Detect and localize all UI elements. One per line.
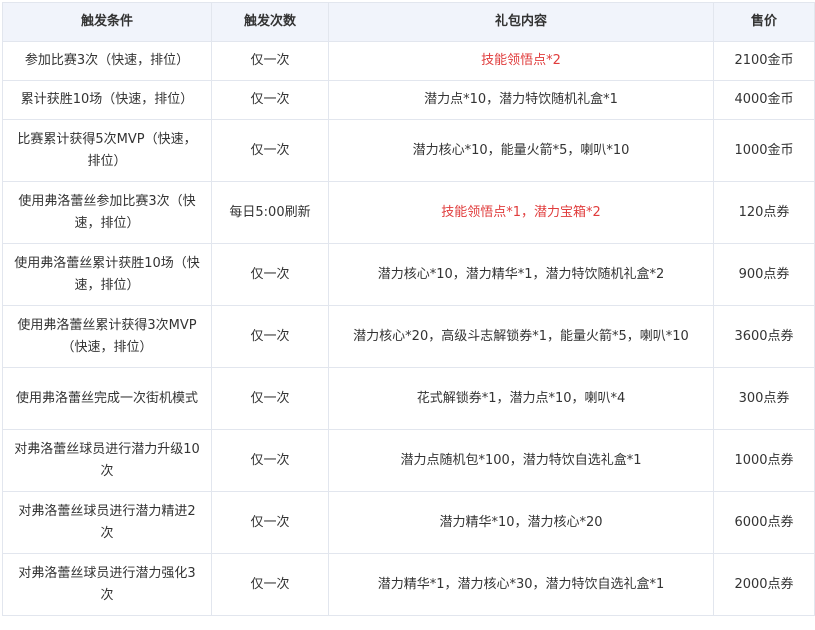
count-cell: 仅一次 [211,491,329,554]
condition-cell: 使用弗洛蕾丝参加比赛3次（快速，排位） [2,181,212,244]
header-condition: 触发条件 [2,2,212,42]
condition-cell: 累计获胜10场（快速，排位） [2,80,212,120]
count-cell: 仅一次 [211,80,329,120]
price-cell: 2100金币 [713,41,815,81]
price-cell: 900点券 [713,243,815,306]
condition-cell: 参加比赛3次（快速，排位） [2,41,212,81]
content-cell: 技能领悟点*2 [328,41,714,81]
price-cell: 3600点券 [713,305,815,368]
condition-cell: 比赛累计获得5次MVP（快速，排位） [2,119,212,182]
table-row: 比赛累计获得5次MVP（快速，排位） 仅一次 潜力核心*10，能量火箭*5，喇叭… [2,119,815,182]
gift-pack-table: 触发条件 触发次数 礼包内容 售价 参加比赛3次（快速，排位） 仅一次 技能领悟… [2,2,815,616]
content-cell: 潜力点随机包*100，潜力特饮自选礼盒*1 [328,429,714,492]
count-cell: 仅一次 [211,41,329,81]
price-cell: 6000点券 [713,491,815,554]
content-cell: 潜力核心*20，高级斗志解锁券*1，能量火箭*5，喇叭*10 [328,305,714,368]
count-cell: 仅一次 [211,243,329,306]
table-row: 使用弗洛蕾丝累计获得3次MVP（快速，排位） 仅一次 潜力核心*20，高级斗志解… [2,305,815,368]
content-cell: 技能领悟点*1，潜力宝箱*2 [328,181,714,244]
count-cell: 仅一次 [211,367,329,430]
count-cell: 仅一次 [211,119,329,182]
table-row: 对弗洛蕾丝球员进行潜力精进2次 仅一次 潜力精华*10，潜力核心*20 6000… [2,491,815,554]
content-cell: 潜力精华*10，潜力核心*20 [328,491,714,554]
content-cell: 花式解锁券*1，潜力点*10，喇叭*4 [328,367,714,430]
condition-cell: 使用弗洛蕾丝完成一次街机模式 [2,367,212,430]
table-row: 累计获胜10场（快速，排位） 仅一次 潜力点*10，潜力特饮随机礼盒*1 400… [2,80,815,120]
price-cell: 4000金币 [713,80,815,120]
table-row: 使用弗洛蕾丝累计获胜10场（快速，排位） 仅一次 潜力核心*10，潜力精华*1，… [2,243,815,306]
condition-cell: 对弗洛蕾丝球员进行潜力升级10次 [2,429,212,492]
condition-cell: 对弗洛蕾丝球员进行潜力精进2次 [2,491,212,554]
table-row: 对弗洛蕾丝球员进行潜力强化3次 仅一次 潜力精华*1，潜力核心*30，潜力特饮自… [2,553,815,616]
price-cell: 1000点券 [713,429,815,492]
price-cell: 300点券 [713,367,815,430]
table-row: 对弗洛蕾丝球员进行潜力升级10次 仅一次 潜力点随机包*100，潜力特饮自选礼盒… [2,429,815,492]
table-header: 触发条件 触发次数 礼包内容 售价 [2,2,815,42]
content-cell: 潜力核心*10，潜力精华*1，潜力特饮随机礼盒*2 [328,243,714,306]
content-cell: 潜力核心*10，能量火箭*5，喇叭*10 [328,119,714,182]
count-cell: 仅一次 [211,305,329,368]
header-row: 触发条件 触发次数 礼包内容 售价 [2,2,815,42]
condition-cell: 对弗洛蕾丝球员进行潜力强化3次 [2,553,212,616]
count-cell: 每日5:00刷新 [211,181,329,244]
count-cell: 仅一次 [211,429,329,492]
content-cell: 潜力点*10，潜力特饮随机礼盒*1 [328,80,714,120]
price-cell: 2000点券 [713,553,815,616]
content-cell: 潜力精华*1，潜力核心*30，潜力特饮自选礼盒*1 [328,553,714,616]
table-row: 参加比赛3次（快速，排位） 仅一次 技能领悟点*2 2100金币 [2,41,815,81]
table-body: 参加比赛3次（快速，排位） 仅一次 技能领悟点*2 2100金币 累计获胜10场… [2,41,815,616]
header-price: 售价 [713,2,815,42]
condition-cell: 使用弗洛蕾丝累计获得3次MVP（快速，排位） [2,305,212,368]
price-cell: 1000金币 [713,119,815,182]
header-count: 触发次数 [211,2,329,42]
condition-cell: 使用弗洛蕾丝累计获胜10场（快速，排位） [2,243,212,306]
header-content: 礼包内容 [328,2,714,42]
price-cell: 120点券 [713,181,815,244]
table-row: 使用弗洛蕾丝参加比赛3次（快速，排位） 每日5:00刷新 技能领悟点*1，潜力宝… [2,181,815,244]
count-cell: 仅一次 [211,553,329,616]
table-row: 使用弗洛蕾丝完成一次街机模式 仅一次 花式解锁券*1，潜力点*10，喇叭*4 3… [2,367,815,430]
